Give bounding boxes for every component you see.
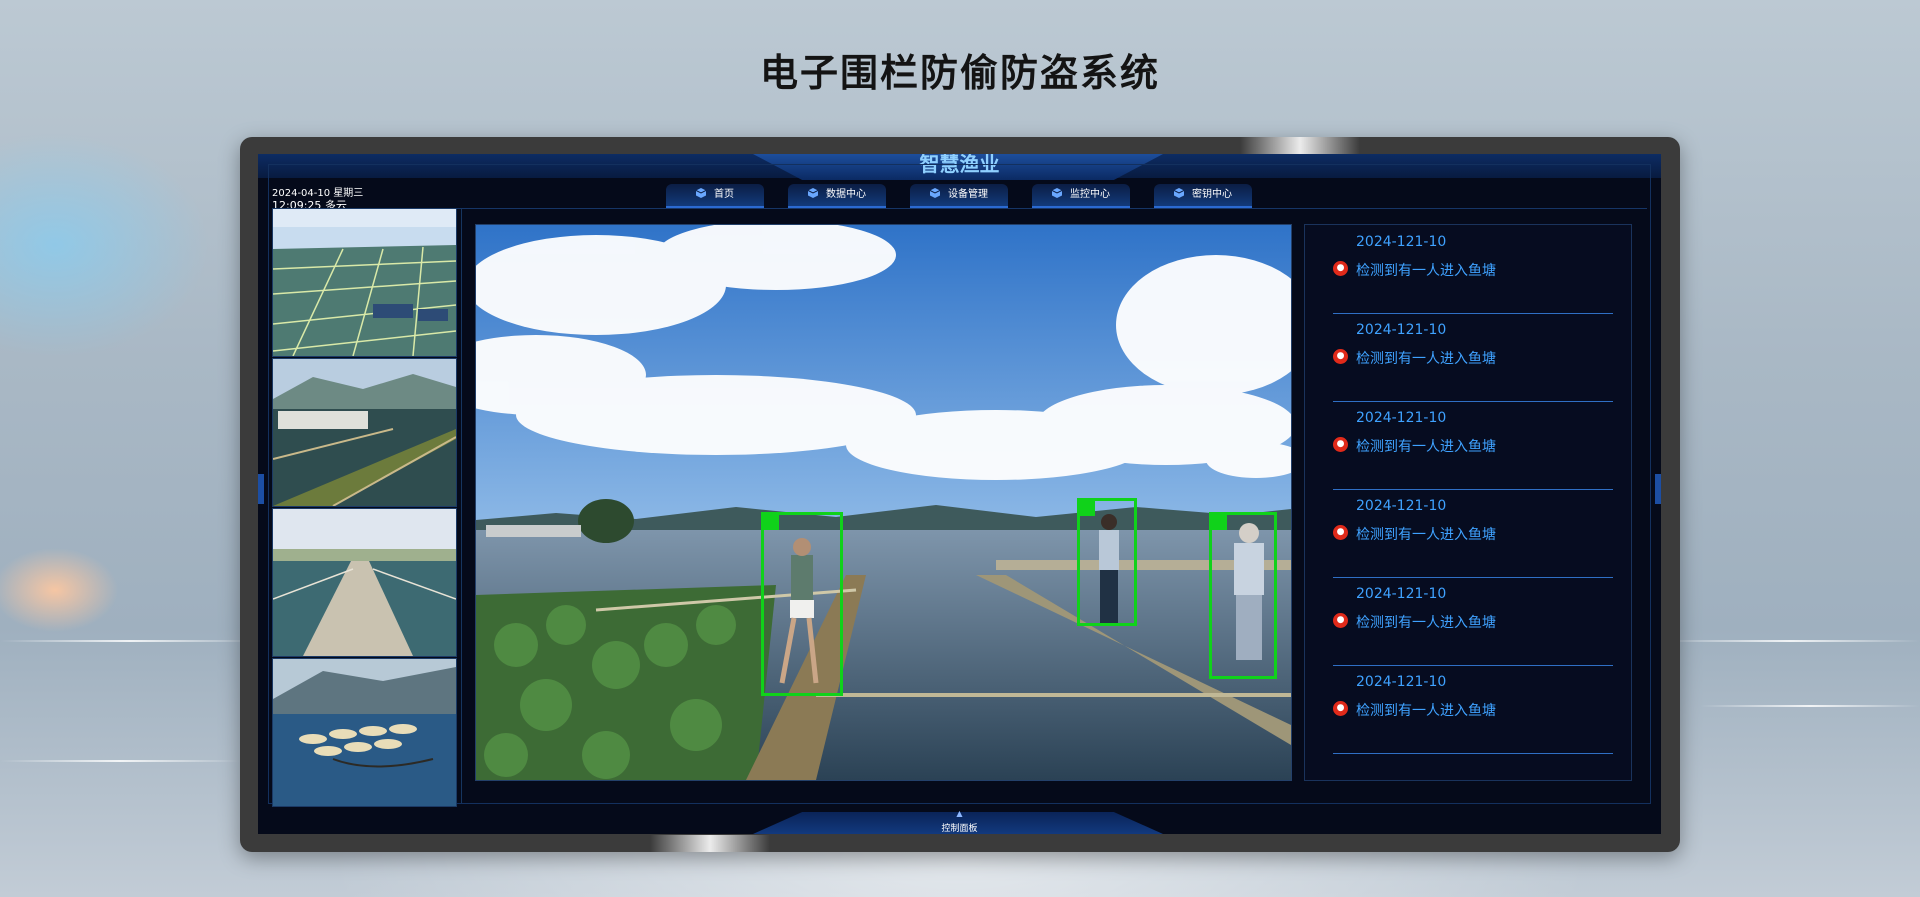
cube-icon [808, 188, 818, 198]
page-title: 电子围栏防偷防盗系统 [759, 51, 1160, 95]
cube-icon [1174, 188, 1184, 198]
alert-date: 2024-121-10 [1356, 498, 1447, 514]
background-light-streak [0, 760, 240, 762]
nav-device-management[interactable]: 设备管理 [910, 184, 1008, 208]
bezel-highlight [650, 835, 770, 852]
background-light-streak [1700, 705, 1920, 707]
aquaculture-ponds-image [273, 209, 456, 356]
nav-monitoring-center[interactable]: 监控中心 [1032, 184, 1130, 208]
cube-icon [930, 188, 940, 198]
detection-tag [761, 512, 779, 530]
alert-message: 检测到有一人进入鱼塘 [1356, 527, 1496, 543]
nav-device-management-label: 设备管理 [948, 189, 988, 200]
alert-item[interactable]: 2024-121-10 ● 检测到有一人进入鱼塘 [1333, 225, 1613, 314]
alarm-icon: ● [1333, 613, 1348, 628]
camera-thumbnail[interactable] [272, 508, 457, 657]
alert-date: 2024-121-10 [1356, 234, 1447, 250]
background-light-streak [1660, 640, 1920, 642]
monitoring-camera-feed [476, 225, 1291, 780]
bezel-highlight [1240, 137, 1360, 154]
detection-tag [1209, 512, 1227, 530]
alert-message: 检测到有一人进入鱼塘 [1356, 615, 1496, 631]
alert-item[interactable]: 2024-121-10 ● 检测到有一人进入鱼塘 [1333, 401, 1613, 490]
nav-home-label: 首页 [714, 189, 734, 200]
alert-item[interactable]: 2024-121-10 ● 检测到有一人进入鱼塘 [1333, 577, 1613, 666]
dashboard-screen: 智慧渔业 2024-04-10 星期三 12:09:25 多云 首页 数据中心 … [258, 154, 1661, 834]
chevron-up-icon: ▲ [956, 809, 963, 818]
nav-data-center-label: 数据中心 [826, 189, 866, 200]
alert-message: 检测到有一人进入鱼塘 [1356, 351, 1496, 367]
detection-tag [1077, 498, 1095, 516]
alert-message: 检测到有一人进入鱼塘 [1356, 439, 1496, 455]
fish-pond-image [273, 359, 456, 506]
alarm-icon: ● [1333, 261, 1348, 276]
camera-thumbnail[interactable] [272, 208, 457, 357]
control-panel-label[interactable]: 控制面板 [258, 821, 1661, 834]
detection-box [761, 512, 843, 696]
alert-date: 2024-121-10 [1356, 410, 1447, 426]
alert-item[interactable]: 2024-121-10 ● 检测到有一人进入鱼塘 [1333, 489, 1613, 578]
left-edge-arrow [258, 474, 264, 504]
nav-key-center-label: 密钥中心 [1192, 189, 1232, 200]
main-camera-view[interactable] [475, 224, 1292, 781]
panel-divider [461, 208, 462, 803]
alert-list-panel: 2024-121-10 ● 检测到有一人进入鱼塘 2024-121-10 ● 检… [1304, 224, 1632, 781]
nav-data-center[interactable]: 数据中心 [788, 184, 886, 208]
alert-item[interactable]: 2024-121-10 ● 检测到有一人进入鱼塘 [1333, 665, 1613, 754]
detection-box [1209, 512, 1277, 679]
pond-walkway-image [273, 509, 456, 656]
alarm-icon: ● [1333, 701, 1348, 716]
right-edge-arrow [1655, 474, 1661, 504]
cube-icon [696, 188, 706, 198]
monitor-frame: 智慧渔业 2024-04-10 星期三 12:09:25 多云 首页 数据中心 … [240, 137, 1680, 852]
alarm-icon: ● [1333, 437, 1348, 452]
nav-key-center[interactable]: 密钥中心 [1154, 184, 1252, 208]
alert-date: 2024-121-10 [1356, 586, 1447, 602]
camera-thumbnail[interactable] [272, 358, 457, 507]
alert-date: 2024-121-10 [1356, 674, 1447, 690]
lake-cages-image [273, 659, 456, 806]
alarm-icon: ● [1333, 349, 1348, 364]
detection-box [1077, 498, 1137, 626]
camera-thumbnail[interactable] [272, 658, 457, 807]
cube-icon [1052, 188, 1062, 198]
background-light-streak [0, 640, 260, 642]
alert-message: 检测到有一人进入鱼塘 [1356, 263, 1496, 279]
nav-monitoring-center-label: 监控中心 [1070, 189, 1110, 200]
alert-message: 检测到有一人进入鱼塘 [1356, 703, 1496, 719]
alert-item[interactable]: 2024-121-10 ● 检测到有一人进入鱼塘 [1333, 313, 1613, 402]
nav-home[interactable]: 首页 [666, 184, 764, 208]
alarm-icon: ● [1333, 525, 1348, 540]
alert-date: 2024-121-10 [1356, 322, 1447, 338]
